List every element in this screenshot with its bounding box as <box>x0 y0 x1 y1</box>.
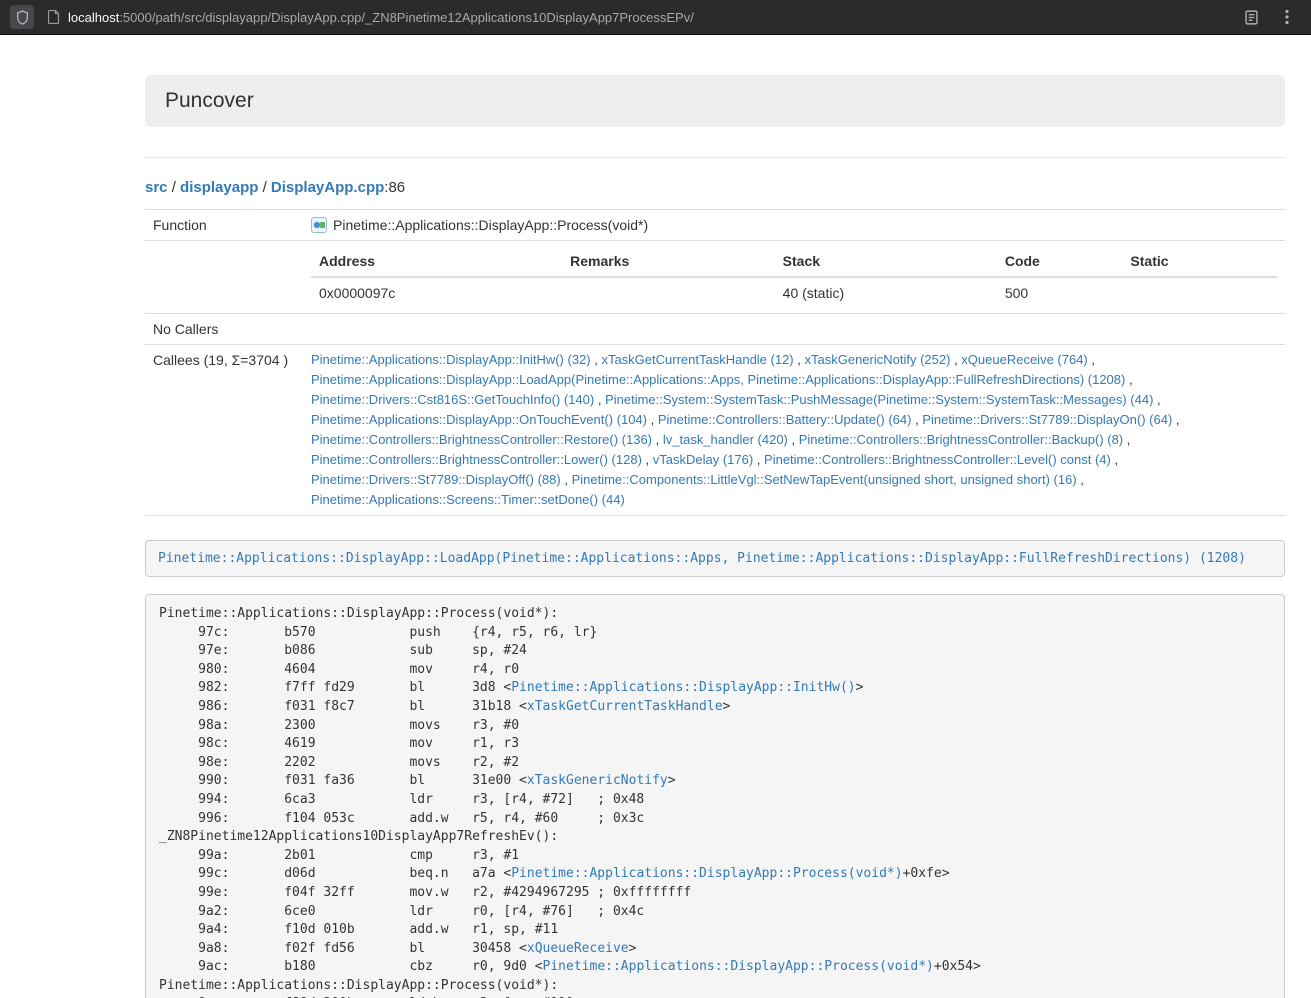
disassembly-symbol-link[interactable]: xTaskGetCurrentTaskHandle <box>527 699 723 714</box>
cell-remarks <box>562 277 775 308</box>
function-icon <box>311 217 327 233</box>
cell-address: 0x0000097c <box>311 277 562 308</box>
callee-link[interactable]: Pinetime::Components::LittleVgl::SetNewT… <box>572 472 1077 487</box>
url-path: :5000/path/src/displayapp/DisplayApp.cpp… <box>119 10 694 25</box>
callees-list: Pinetime::Applications::DisplayApp::Init… <box>311 350 1277 510</box>
page-icon[interactable] <box>48 10 60 24</box>
disassembly-symbol-link[interactable]: xTaskGenericNotify <box>527 773 668 788</box>
breadcrumb-link[interactable]: src <box>145 179 168 196</box>
callee-link[interactable]: xTaskGetCurrentTaskHandle (12) <box>601 352 793 367</box>
function-row: Function Pinetime::Applications::Display… <box>145 210 1285 241</box>
shield-icon <box>16 10 29 25</box>
highlighted-callee-link[interactable]: Pinetime::Applications::DisplayApp::Load… <box>158 551 1246 566</box>
disassembly-symbol-link[interactable]: Pinetime::Applications::DisplayApp::Proc… <box>543 959 934 974</box>
col-address: Address <box>311 246 562 277</box>
page-container: Puncover src / displayapp / DisplayApp.c… <box>145 75 1285 998</box>
disassembly-symbol-link[interactable]: Pinetime::Applications::DisplayApp::Proc… <box>511 866 902 881</box>
page-title: Puncover <box>165 89 1265 113</box>
url-text: localhost:5000/path/src/displayapp/Displ… <box>68 10 694 25</box>
col-static: Static <box>1122 246 1277 277</box>
col-remarks: Remarks <box>562 246 775 277</box>
callees-cell: Pinetime::Applications::DisplayApp::Init… <box>303 345 1285 516</box>
col-stack: Stack <box>775 246 997 277</box>
callee-link[interactable]: Pinetime::Controllers::BrightnessControl… <box>311 432 652 447</box>
stats-table: Address Remarks Stack Code Static 0x0000… <box>311 246 1277 308</box>
callee-link[interactable]: Pinetime::Applications::DisplayApp::Load… <box>311 372 1125 387</box>
callee-link[interactable]: xQueueReceive (764) <box>961 352 1087 367</box>
cell-stack: 40 (static) <box>775 277 997 308</box>
jumbotron: Puncover <box>145 75 1285 127</box>
function-row-label: Function <box>145 210 303 241</box>
callee-link[interactable]: Pinetime::Applications::DisplayApp::Init… <box>311 352 591 367</box>
table-row: 0x0000097c 40 (static) 500 <box>311 277 1277 308</box>
callee-link[interactable]: Pinetime::Drivers::Cst816S::GetTouchInfo… <box>311 392 594 407</box>
function-table: Function Pinetime::Applications::Display… <box>145 209 1285 516</box>
kebab-menu-icon <box>1285 9 1289 25</box>
url-bar[interactable]: localhost:5000/path/src/displayapp/Displ… <box>42 3 1229 31</box>
callee-link[interactable]: Pinetime::Controllers::BrightnessControl… <box>764 452 1111 467</box>
callee-link[interactable]: Pinetime::Controllers::BrightnessControl… <box>311 452 642 467</box>
cell-code: 500 <box>997 277 1123 308</box>
disassembly-symbol-link[interactable]: xQueueReceive <box>527 941 629 956</box>
function-name: Pinetime::Applications::DisplayApp::Proc… <box>333 217 648 233</box>
callees-label: Callees (19, Σ=3704 ) <box>145 345 303 516</box>
disassembly-pre: Pinetime::Applications::DisplayApp::Proc… <box>145 594 1285 998</box>
callee-link[interactable]: Pinetime::Drivers::St7789::DisplayOff() … <box>311 472 561 487</box>
callee-link[interactable]: lv_task_handler (420) <box>663 432 788 447</box>
url-host: localhost <box>68 10 119 25</box>
breadcrumb-link[interactable]: DisplayApp.cpp <box>271 179 384 196</box>
callee-link[interactable]: xTaskGenericNotify (252) <box>805 352 951 367</box>
reader-mode-icon <box>1244 10 1259 25</box>
no-callers-label: No Callers <box>145 314 303 345</box>
breadcrumb: src / displayapp / DisplayApp.cpp:86 <box>145 179 1285 196</box>
no-callers-cell <box>303 314 1285 345</box>
function-name-cell: Pinetime::Applications::DisplayApp::Proc… <box>303 210 1285 241</box>
callee-link[interactable]: Pinetime::Drivers::St7789::DisplayOn() (… <box>922 412 1172 427</box>
reader-mode-button[interactable] <box>1237 3 1265 31</box>
callee-link[interactable]: vTaskDelay (176) <box>653 452 753 467</box>
breadcrumb-link[interactable]: displayapp <box>180 179 258 196</box>
tracking-protection-button[interactable] <box>10 5 34 29</box>
browser-toolbar: localhost:5000/path/src/displayapp/Displ… <box>0 0 1311 35</box>
highlighted-callee-box: Pinetime::Applications::DisplayApp::Load… <box>145 540 1285 577</box>
callee-link[interactable]: Pinetime::Applications::Screens::Timer::… <box>311 492 625 507</box>
col-code: Code <box>997 246 1123 277</box>
no-callers-row: No Callers <box>145 314 1285 345</box>
menu-button[interactable] <box>1273 3 1301 31</box>
callee-link[interactable]: Pinetime::System::SystemTask::PushMessag… <box>605 392 1153 407</box>
cell-static <box>1122 277 1277 308</box>
disassembly-symbol-link[interactable]: Pinetime::Applications::DisplayApp::Init… <box>511 680 855 695</box>
callee-link[interactable]: Pinetime::Controllers::BrightnessControl… <box>799 432 1123 447</box>
stats-row: Address Remarks Stack Code Static 0x0000… <box>145 241 1285 314</box>
callees-row: Callees (19, Σ=3704 ) Pinetime::Applicat… <box>145 345 1285 516</box>
callee-link[interactable]: Pinetime::Controllers::Battery::Update()… <box>658 412 912 427</box>
callee-link[interactable]: Pinetime::Applications::DisplayApp::OnTo… <box>311 412 647 427</box>
stats-cell: Address Remarks Stack Code Static 0x0000… <box>303 241 1285 314</box>
divider <box>145 157 1285 158</box>
